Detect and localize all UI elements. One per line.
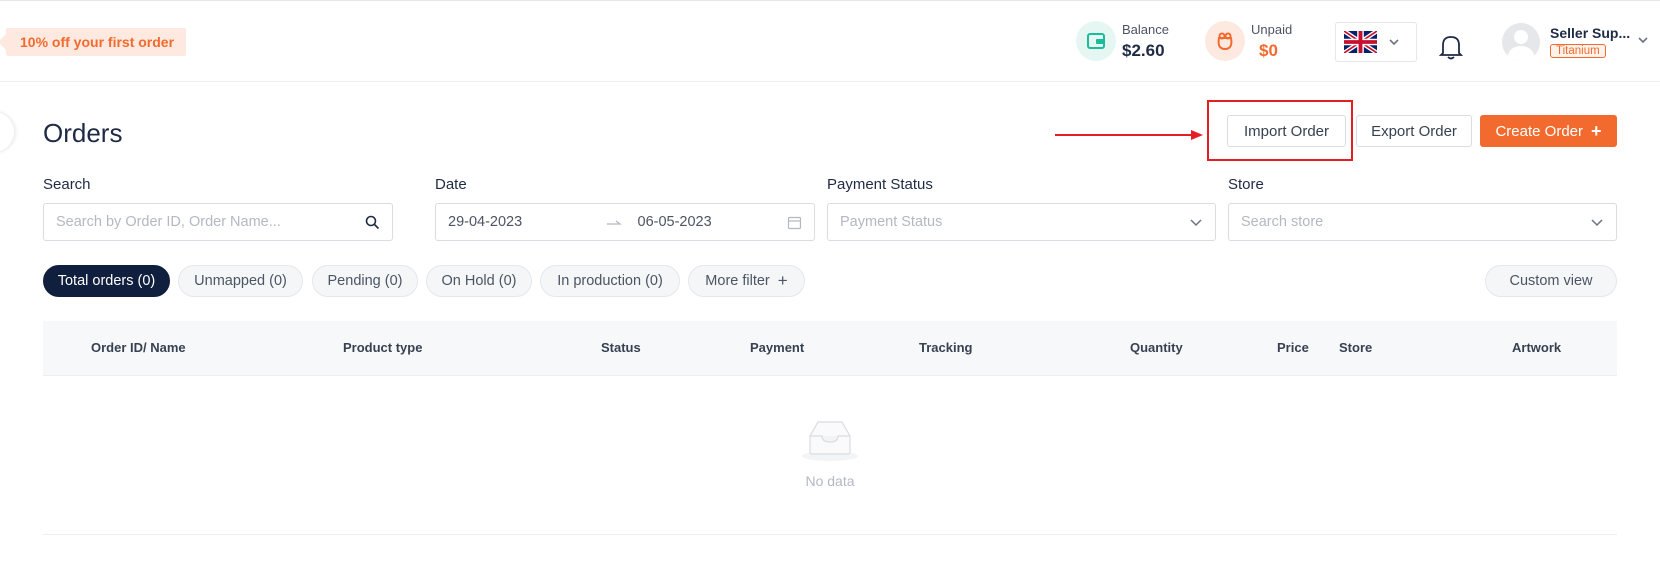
column-header: Status bbox=[601, 340, 641, 355]
more-filter-label: More filter bbox=[705, 273, 770, 289]
search-placeholder: Search by Order ID, Order Name... bbox=[56, 214, 281, 230]
unpaid-label: Unpaid bbox=[1251, 21, 1293, 37]
table-header: Order ID/ Name Product type Status Payme… bbox=[43, 321, 1617, 376]
store-label: Store bbox=[1228, 176, 1264, 193]
more-filter-button[interactable]: More filter + bbox=[688, 265, 805, 297]
tab-on-hold[interactable]: On Hold (0) bbox=[426, 265, 532, 297]
chevron-down-icon bbox=[1190, 219, 1202, 227]
store-placeholder: Search store bbox=[1241, 214, 1324, 230]
column-header: Artwork bbox=[1512, 340, 1562, 355]
unpaid-value: $0 bbox=[1259, 40, 1278, 60]
wallet-icon bbox=[1076, 21, 1116, 61]
arrow-annotation bbox=[1055, 130, 1203, 140]
column-header: Tracking bbox=[919, 340, 973, 355]
user-menu[interactable]: Seller Sup... Titanium bbox=[1502, 23, 1650, 61]
plus-icon: + bbox=[1591, 120, 1602, 141]
tab-pending[interactable]: Pending (0) bbox=[312, 265, 418, 297]
balance-widget[interactable]: Balance $2.60 bbox=[1076, 21, 1169, 61]
calendar-icon bbox=[787, 216, 802, 229]
chevron-down-icon bbox=[1591, 219, 1603, 227]
date-end: 06-05-2023 bbox=[637, 214, 712, 230]
page-title: Orders bbox=[43, 118, 123, 148]
custom-view-button[interactable]: Custom view bbox=[1485, 265, 1617, 297]
balance-label: Balance bbox=[1122, 21, 1169, 37]
date-start: 29-04-2023 bbox=[448, 214, 523, 230]
column-header: Payment bbox=[750, 340, 805, 355]
empty-inbox-icon bbox=[802, 421, 858, 461]
language-selector[interactable] bbox=[1335, 22, 1417, 62]
user-name: Seller Sup... bbox=[1550, 25, 1631, 41]
top-bar: 10% off your first order Balance $2.60 U… bbox=[0, 0, 1660, 82]
import-order-button[interactable]: Import Order bbox=[1227, 115, 1346, 147]
payment-status-placeholder: Payment Status bbox=[840, 214, 943, 230]
column-header: Quantity bbox=[1130, 340, 1183, 355]
search-input[interactable]: Search by Order ID, Order Name... bbox=[43, 203, 393, 241]
date-range-picker[interactable]: 29-04-2023 06-05-2023 bbox=[435, 203, 815, 241]
range-arrow-icon bbox=[606, 220, 622, 225]
date-label: Date bbox=[435, 176, 467, 193]
payment-status-select[interactable]: Payment Status bbox=[827, 203, 1216, 241]
plus-icon: + bbox=[777, 271, 788, 290]
store-select[interactable]: Search store bbox=[1228, 203, 1617, 241]
tab-total-orders[interactable]: Total orders (0) bbox=[43, 265, 170, 297]
balance-value: $2.60 bbox=[1122, 40, 1165, 60]
column-header: Price bbox=[1277, 340, 1309, 355]
payment-status-label: Payment Status bbox=[827, 176, 933, 193]
promo-badge[interactable]: 10% off your first order bbox=[0, 28, 187, 56]
empty-state: No data bbox=[800, 418, 860, 489]
search-icon bbox=[365, 215, 380, 229]
chevron-down-icon bbox=[1389, 39, 1399, 46]
notification-bell-icon[interactable] bbox=[1438, 33, 1464, 66]
coin-bag-icon bbox=[1205, 21, 1245, 61]
create-order-button[interactable]: Create Order + bbox=[1480, 115, 1617, 147]
table-bottom-divider bbox=[43, 534, 1617, 535]
column-header: Store bbox=[1339, 340, 1373, 355]
column-header: Order ID/ Name bbox=[91, 340, 186, 355]
chevron-down-icon bbox=[1638, 37, 1648, 44]
tab-in-production[interactable]: In production (0) bbox=[540, 265, 680, 297]
avatar bbox=[1502, 23, 1540, 61]
export-order-button[interactable]: Export Order bbox=[1356, 115, 1472, 147]
sidebar-toggle[interactable] bbox=[0, 112, 14, 152]
empty-text: No data bbox=[805, 473, 855, 489]
unpaid-widget[interactable]: Unpaid $0 bbox=[1205, 21, 1292, 61]
column-header: Product type bbox=[343, 340, 423, 355]
tier-badge: Titanium bbox=[1550, 44, 1606, 58]
tab-unmapped[interactable]: Unmapped (0) bbox=[178, 265, 303, 297]
uk-flag-icon bbox=[1344, 31, 1377, 53]
search-label: Search bbox=[43, 176, 91, 193]
create-order-label: Create Order bbox=[1495, 122, 1584, 140]
